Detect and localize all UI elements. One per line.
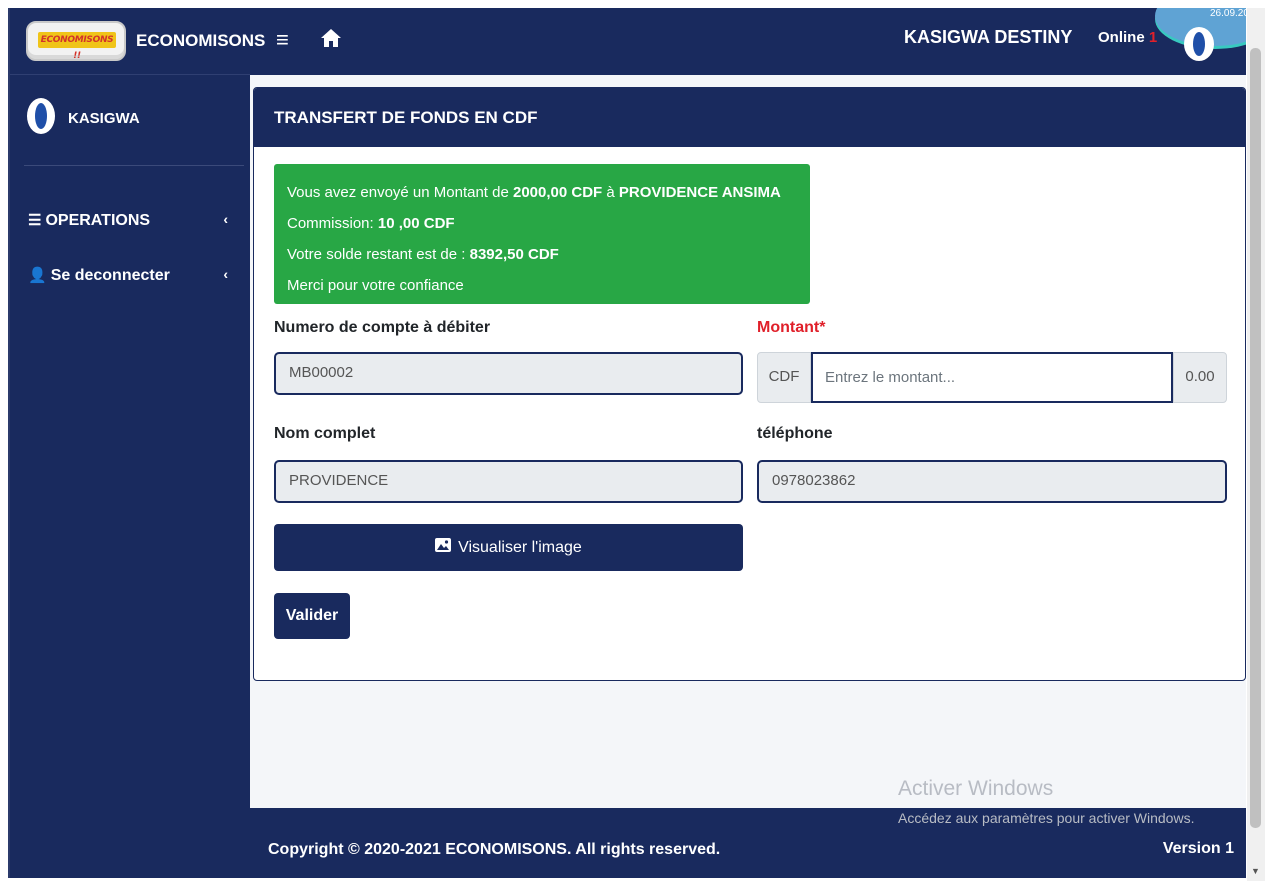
name-label: Nom complet — [274, 425, 376, 442]
hamburger-icon[interactable]: ≡ — [276, 27, 289, 53]
app-frame: ECONOMISONS !! ECONOMISONS ≡ KASIGWA DES… — [8, 8, 1246, 878]
footer-version: Version 1 — [1162, 840, 1234, 857]
alert-line-3: Votre solde restant est de : 8392,50 CDF — [287, 239, 810, 270]
sidebar-divider — [24, 165, 244, 166]
submit-button[interactable]: Valider — [274, 593, 350, 639]
brand-logo: ECONOMISONS !! — [26, 21, 126, 61]
alert-line-4: Merci pour votre confiance — [287, 277, 464, 294]
phone-label: téléphone — [757, 425, 833, 442]
online-count: 1 — [1148, 29, 1158, 46]
card-title: TRANSFERT DE FONDS EN CDF — [254, 88, 1245, 147]
sidebar-avatar-icon — [27, 98, 55, 134]
windows-watermark-subtitle: Accédez aux paramètres pour activer Wind… — [898, 810, 1195, 826]
online-label: Online — [1098, 29, 1145, 46]
footer-copyright: Copyright © 2020-2021 ECONOMISONS. All r… — [268, 841, 721, 858]
view-image-label: Visualiser l'image — [458, 539, 582, 556]
list-icon: ☰ — [28, 212, 42, 229]
date-text: 26.09.2020 — [1210, 8, 1246, 19]
transfer-card: TRANSFERT DE FONDS EN CDF Vous avez envo… — [253, 87, 1246, 681]
scroll-down-icon[interactable]: ▼ — [1251, 866, 1260, 876]
brand-logo-text: ECONOMISONS !! — [38, 32, 116, 61]
user-avatar-icon[interactable] — [1184, 27, 1214, 61]
amount-label: Montant* — [757, 319, 826, 336]
account-label: Numero de compte à débiter — [274, 319, 491, 336]
name-field[interactable]: PROVIDENCE — [274, 460, 743, 503]
phone-field[interactable]: 0978023862 — [757, 460, 1227, 503]
home-icon[interactable] — [319, 27, 343, 55]
alert-balance: 8392,50 CDF — [469, 246, 559, 263]
image-icon — [435, 538, 455, 555]
brand[interactable]: ECONOMISONS !! ECONOMISONS — [10, 8, 265, 75]
sidebar: KASIGWA ☰ OPERATIONS ‹ 👤 Se deconnecter ‹ — [10, 75, 250, 878]
alert-text: à — [602, 184, 619, 201]
alert-commission: 10 ,00 CDF — [377, 215, 455, 232]
chevron-left-icon: ‹ — [223, 266, 228, 282]
account-field[interactable]: MB00002 — [274, 352, 743, 395]
sidebar-item-operations[interactable]: ☰ OPERATIONS ‹ — [28, 211, 240, 235]
brand-name: ECONOMISONS — [136, 31, 266, 50]
alert-text: Vous avez envoyé un Montant de — [287, 184, 513, 201]
alert-amount: 2000,00 CDF — [513, 184, 603, 201]
amount-input-group: CDF Entrez le montant... 0.00 — [757, 352, 1227, 403]
success-alert: Vous avez envoyé un Montant de 2000,00 C… — [274, 164, 810, 304]
user-icon: 👤 — [28, 267, 47, 284]
view-image-button[interactable]: Visualiser l'image — [274, 524, 743, 571]
sidebar-user-name[interactable]: KASIGWA — [68, 110, 140, 127]
page-scrollbar[interactable]: ▼ — [1247, 8, 1265, 881]
online-indicator: Online 1 — [1098, 29, 1157, 46]
sidebar-item-label: Se deconnecter — [50, 267, 170, 284]
alert-text: Commission: — [287, 215, 378, 232]
amount-suffix: 0.00 — [1173, 352, 1227, 403]
amount-currency-prefix: CDF — [757, 352, 811, 403]
alert-text: Votre solde restant est de : — [287, 246, 470, 263]
scrollbar-thumb[interactable] — [1250, 48, 1261, 828]
alert-recipient: PROVIDENCE ANSIMA — [618, 184, 781, 201]
sidebar-item-logout[interactable]: 👤 Se deconnecter ‹ — [28, 266, 240, 290]
top-navbar: ECONOMISONS !! ECONOMISONS ≡ KASIGWA DES… — [10, 8, 1246, 75]
alert-line-1: Vous avez envoyé un Montant de 2000,00 C… — [287, 177, 810, 208]
chevron-left-icon: ‹ — [223, 211, 228, 227]
windows-watermark-title: Activer Windows — [898, 777, 1054, 800]
alert-line-2: Commission: 10 ,00 CDF — [287, 208, 810, 239]
sidebar-item-label: OPERATIONS — [45, 212, 151, 229]
nav-user-name[interactable]: KASIGWA DESTINY — [904, 27, 1072, 48]
amount-input[interactable]: Entrez le montant... — [811, 352, 1173, 403]
